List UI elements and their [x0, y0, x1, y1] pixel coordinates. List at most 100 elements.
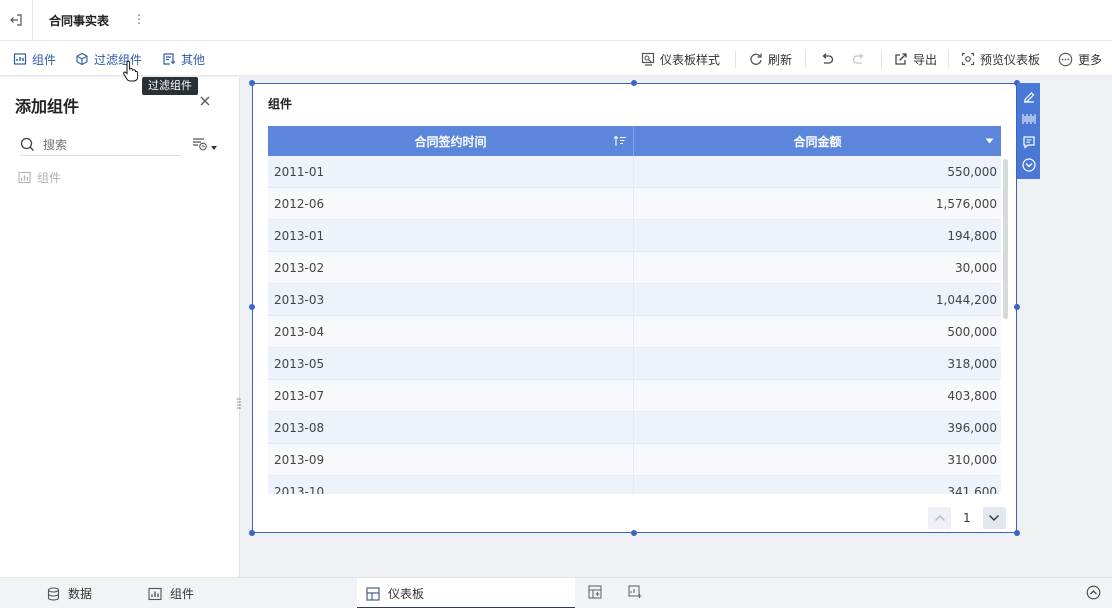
resize-handle[interactable]	[631, 530, 637, 536]
table-row[interactable]: 2013-08 396,000	[268, 412, 1001, 444]
page-title: 合同事实表	[49, 14, 110, 28]
table-row[interactable]: 2013-07 403,800	[268, 380, 1001, 412]
resize-handle[interactable]	[631, 80, 637, 86]
cell-amount: 550,000	[947, 164, 997, 179]
cell-date: 2013-01	[268, 220, 634, 251]
prev-page-button[interactable]	[928, 507, 951, 529]
preview-icon	[961, 52, 975, 66]
table-widget[interactable]: 组件 合同签约时间 合同金额 2011-01 550,000 2012-06 1,5…	[252, 83, 1017, 533]
resize-handle[interactable]	[1014, 530, 1020, 536]
close-panel-button[interactable]	[199, 95, 211, 110]
column-header-contract-amount[interactable]: 合同金额	[634, 126, 1001, 156]
redo-button[interactable]	[852, 50, 866, 68]
sort-time-icon	[193, 138, 207, 151]
table-row[interactable]: 2013-10 341,600	[268, 476, 1001, 494]
resize-handle[interactable]	[1014, 304, 1020, 310]
chart-icon	[18, 171, 31, 184]
search-input[interactable]	[43, 137, 163, 152]
redo-icon	[852, 53, 864, 64]
resize-handle[interactable]	[249, 80, 255, 86]
panel-resize-handle[interactable]	[237, 397, 241, 411]
column-header-contract-date[interactable]: 合同签约时间	[268, 126, 634, 156]
database-icon	[47, 586, 60, 601]
export-label: 导出	[913, 52, 938, 67]
cell-date: 2013-10	[268, 476, 634, 494]
cell-amount: 1,576,000	[935, 196, 997, 211]
toolbar-divider	[948, 50, 949, 68]
expand-more-icon[interactable]	[1021, 158, 1036, 172]
table-row[interactable]: 2013-01 194,800	[268, 220, 1001, 252]
bottom-bar: 数据 组件 仪表板	[0, 577, 1112, 608]
component-label: 组件	[32, 52, 57, 67]
dashboard-icon	[366, 586, 380, 601]
cell-date: 2013-02	[268, 252, 634, 283]
component-button[interactable]: 组件	[13, 50, 56, 68]
tab-dashboard[interactable]: 仪表板	[366, 585, 424, 602]
exit-button[interactable]	[0, 0, 33, 40]
table-row[interactable]: 2013-03 1,044,200	[268, 284, 1001, 316]
table-row[interactable]: 2012-06 1,576,000	[268, 188, 1001, 220]
add-component-tab-button[interactable]	[628, 585, 642, 599]
preview-dashboard-button[interactable]: 预览仪表板	[961, 50, 1040, 68]
table-row[interactable]: 2013-02 30,000	[268, 252, 1001, 284]
comment-icon[interactable]	[1022, 135, 1036, 149]
toolbar-divider	[735, 50, 736, 68]
cell-date: 2013-03	[268, 284, 634, 315]
tab-data[interactable]: 数据	[47, 585, 92, 602]
cell-date: 2013-07	[268, 380, 634, 411]
cell-date: 2013-05	[268, 348, 634, 379]
table-row[interactable]: 2013-05 318,000	[268, 348, 1001, 380]
widget-side-toolbar	[1017, 83, 1040, 179]
other-label: 其他	[181, 52, 206, 67]
other-button[interactable]: 其他	[162, 50, 205, 68]
tab-component[interactable]: 组件	[148, 585, 194, 602]
edit-icon[interactable]	[1022, 90, 1036, 104]
data-table: 合同签约时间 合同金额 2011-01 550,000 2012-06 1,576,…	[268, 126, 1001, 494]
tree-item-component[interactable]: 组件	[18, 169, 61, 186]
add-component-panel: 添加组件 组件	[0, 77, 241, 577]
refresh-label: 刷新	[768, 52, 793, 67]
cell-amount: 194,800	[947, 228, 997, 243]
table-row[interactable]: 2013-04 500,000	[268, 316, 1001, 348]
table-row[interactable]: 2013-09 310,000	[268, 444, 1001, 476]
chevron-down-icon	[989, 515, 1000, 521]
export-button[interactable]: 导出	[894, 50, 937, 68]
close-icon	[200, 96, 210, 106]
chevron-up-icon	[934, 515, 945, 521]
add-widget-icon	[628, 585, 642, 598]
table-scrollbar[interactable]	[1003, 159, 1008, 319]
cell-amount: 310,000	[947, 452, 997, 467]
resize-handle[interactable]	[249, 530, 255, 536]
chevron-up-circle-icon	[1086, 585, 1101, 600]
cell-amount: 318,000	[947, 356, 997, 371]
exit-icon	[10, 14, 22, 26]
table-row[interactable]: 2011-01 550,000	[268, 156, 1001, 188]
barcode-icon[interactable]	[1022, 113, 1036, 125]
search-icon	[20, 137, 34, 151]
cube-icon	[76, 52, 88, 66]
caret-down-icon[interactable]	[985, 138, 994, 144]
sort-ascending-icon[interactable]	[613, 135, 627, 147]
cell-amount: 341,600	[947, 484, 997, 495]
next-page-button[interactable]	[982, 507, 1006, 529]
collapse-bottom-button[interactable]	[1086, 585, 1101, 600]
pagination: 1	[928, 507, 1006, 529]
page-number: 1	[963, 511, 971, 525]
cell-date: 2013-04	[268, 316, 634, 347]
column-header-label: 合同金额	[793, 134, 842, 149]
tab-dashboard-label: 仪表板	[388, 587, 425, 601]
tooltip: 过滤组件	[142, 77, 198, 95]
tab-component-label: 组件	[170, 587, 195, 601]
cell-date: 2012-06	[268, 188, 634, 219]
title-menu-icon[interactable]: ⋮	[133, 12, 145, 26]
cell-amount: 1,044,200	[935, 292, 997, 307]
dashboard-style-button[interactable]: 仪表板样式	[641, 50, 720, 68]
refresh-button[interactable]: 刷新	[749, 50, 792, 68]
more-icon	[1058, 52, 1073, 66]
add-dashboard-button[interactable]	[588, 585, 602, 599]
sort-dropdown[interactable]	[192, 137, 218, 151]
more-button[interactable]: 更多	[1058, 50, 1102, 68]
undo-button[interactable]	[820, 50, 834, 68]
column-header-label: 合同签约时间	[414, 134, 487, 149]
resize-handle[interactable]	[249, 304, 255, 310]
